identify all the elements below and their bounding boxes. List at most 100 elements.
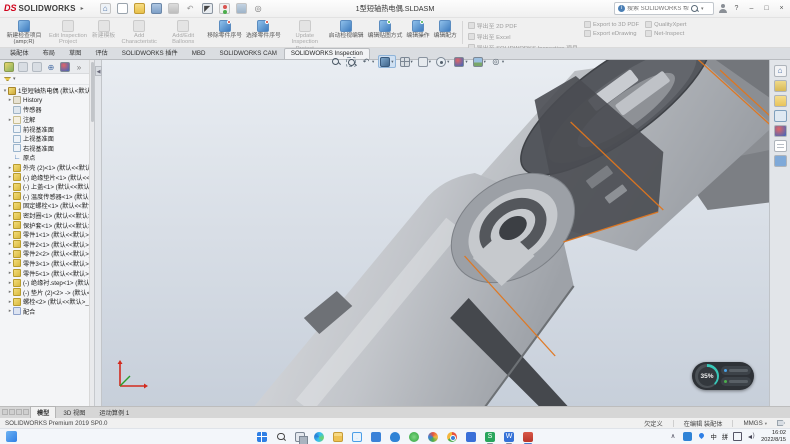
lang-indicator[interactable]: 拼 (722, 432, 728, 441)
tree-item-13[interactable]: ▸保护套<1> (默认<<默认>_显示状 (0, 220, 94, 230)
ribbon-button-9[interactable]: 编辑贴图方式 (366, 19, 405, 46)
options-icon[interactable]: ◎ (253, 3, 264, 14)
account-icon[interactable] (718, 4, 727, 13)
ime-indicator[interactable]: 中 (711, 432, 717, 441)
tree-item-16[interactable]: ▸零件2<2> (默认<<默认>_显示状 (0, 249, 94, 259)
3d-model-canvas[interactable] (102, 60, 790, 406)
fm-expand-icon[interactable]: » (74, 62, 84, 72)
display-settings-icon[interactable] (236, 3, 247, 14)
ribbon-button-4[interactable]: Add/Edit Balloons (161, 19, 205, 46)
tree-item-22[interactable]: ▸配合 (0, 307, 94, 317)
dropdown-caret-icon[interactable]: ▾ (447, 59, 449, 65)
view-palette-icon[interactable] (774, 110, 787, 122)
dropdown-caret-icon[interactable]: ▾ (484, 59, 486, 65)
tree-item-4[interactable]: 上视基准面 (0, 134, 94, 144)
close-button[interactable]: × (776, 2, 787, 16)
dimxpertmanager-icon[interactable]: ⊕ (46, 62, 56, 72)
resources-home-icon[interactable]: ⌂ (774, 65, 787, 77)
featuremanager-tree-icon[interactable] (4, 62, 14, 72)
tree-item-1[interactable]: 传感器 (0, 105, 94, 115)
select-cursor-icon[interactable]: ◤ (202, 3, 213, 14)
doc-tab-1[interactable]: 3D 视图 (56, 406, 92, 419)
tray-chevron-icon[interactable]: ∧ (669, 432, 678, 441)
display-style-icon-button[interactable]: ▾ (417, 55, 432, 68)
collapse-panel-icon[interactable]: ◀ (95, 66, 102, 76)
tree-scrollbar-thumb[interactable] (91, 62, 95, 122)
export-item[interactable]: Export eDrawing (584, 30, 639, 37)
ribbon-tab-1[interactable]: 布局 (36, 46, 62, 59)
rebuild-icon[interactable] (219, 3, 230, 14)
app-blue-icon[interactable] (466, 432, 476, 442)
search-dropdown-icon[interactable]: ▾ (701, 6, 704, 12)
tree-item-6[interactable]: ∟原点 (0, 153, 94, 163)
wps-icon[interactable]: W (504, 432, 514, 442)
dropdown-caret-icon[interactable]: ▾ (372, 59, 374, 65)
task-view-icon[interactable] (295, 432, 305, 442)
store-icon[interactable] (371, 432, 381, 442)
tag-icon[interactable] (777, 420, 785, 426)
ribbon-button-11[interactable]: 编辑配方 (432, 19, 459, 46)
export-item[interactable]: 导出至 2D PDF (468, 21, 578, 30)
dropdown-caret-icon[interactable]: ▾ (465, 59, 467, 65)
tree-filter-bar[interactable]: ▾ (0, 74, 94, 85)
search-box[interactable]: i ▾ (614, 2, 714, 15)
hide-show-items-icon-button[interactable]: ▾ (435, 55, 450, 68)
tree-item-10[interactable]: ▸(-) 温度传感器<1> (默认<<默认>_ (0, 192, 94, 202)
displaymanager-icon[interactable] (60, 62, 70, 72)
undo-icon[interactable]: ↶ (185, 3, 196, 14)
export-item[interactable]: QualityXpert (645, 21, 686, 28)
dropdown-caret-icon[interactable]: ▾ (502, 59, 504, 65)
graphics-viewport[interactable]: 35% ⌂ (102, 60, 790, 406)
tree-item-2[interactable]: ▸注解 (0, 115, 94, 125)
ribbon-button-1[interactable]: Edit Inspection Project (46, 19, 90, 46)
volume-icon[interactable] (747, 432, 756, 441)
location-icon[interactable] (697, 432, 706, 441)
taskbar-clock[interactable]: 16:022022/8/15 (761, 430, 786, 443)
apply-scene-icon-button[interactable]: ▾ (472, 55, 487, 68)
ribbon-button-5[interactable]: 移除零件序号 (205, 19, 244, 46)
tree-item-12[interactable]: ▸密封圈<1> (默认<<默认>_显示状 (0, 211, 94, 221)
configurationmanager-icon[interactable] (32, 62, 42, 72)
ribbon-button-2[interactable]: 新建模板 (90, 19, 117, 46)
tree-item-18[interactable]: ▸零件5<1> (默认<<默认>_显示状 (0, 268, 94, 278)
tree-item-17[interactable]: ▸零件3<1> (默认<<默认>_显示状 (0, 259, 94, 269)
forum-icon[interactable] (774, 155, 787, 167)
dropdown-caret-icon[interactable]: ▾ (429, 59, 431, 65)
tree-root-item[interactable]: ▾1型短轴热电偶 (默认<默认_显示状态-1 (0, 86, 94, 96)
view-settings-icon-button[interactable]: ◎▾ (490, 55, 505, 68)
units-selector[interactable]: MMGS▾ (743, 420, 767, 427)
doc-tab-0[interactable]: 模型 (30, 406, 56, 418)
print-icon[interactable] (168, 3, 179, 14)
pane-split-icon[interactable] (23, 409, 29, 415)
taskbar-file-explorer-icon[interactable] (333, 432, 343, 442)
dropdown-caret-icon[interactable]: ▾ (411, 59, 413, 65)
search-input[interactable] (627, 6, 689, 12)
previous-view-icon-button[interactable]: ↶▾ (360, 55, 375, 68)
tree-item-9[interactable]: ▸(-) 上盖<1> (默认<<默认>_显示状 (0, 182, 94, 192)
chrome-icon[interactable] (447, 432, 457, 442)
file-explorer-pane-icon[interactable] (774, 95, 787, 107)
widget-button-bottom[interactable] (721, 377, 751, 386)
export-item[interactable]: Export to 3D PDF (584, 21, 639, 28)
design-library-icon[interactable] (774, 80, 787, 92)
ribbon-button-8[interactable]: 启动检视编辑 (327, 19, 366, 46)
ribbon-tab-3[interactable]: 评估 (88, 46, 114, 59)
mail-icon[interactable] (352, 432, 362, 442)
app-circle-icon[interactable] (428, 432, 438, 442)
taskbar-search-icon[interactable] (276, 432, 286, 442)
tree-item-20[interactable]: ▸(-) 垫片 (2)<2> -> (默认<<默认> (0, 287, 94, 297)
filter-caret-icon[interactable]: ▾ (13, 76, 16, 82)
widgets-icon[interactable] (6, 431, 17, 442)
new-document-icon[interactable] (117, 3, 128, 14)
zoom-area-icon-button[interactable] (345, 55, 357, 68)
onedrive-icon[interactable] (390, 432, 400, 442)
export-item[interactable]: 导出至 Excel (468, 32, 578, 41)
tree-item-19[interactable]: ▸(-) 绝缘衬.step<1> (默认<<默认>_ (0, 278, 94, 288)
tree-item-21[interactable]: ▸螺栓<2> (默认<<默认>_显示状态 (0, 297, 94, 307)
logo-expand-icon[interactable]: ▸ (81, 5, 84, 12)
edge-icon[interactable] (314, 432, 324, 442)
search-icon[interactable] (691, 5, 699, 13)
ribbon-tab-2[interactable]: 草图 (62, 46, 88, 59)
tray-onedrive-icon[interactable] (683, 432, 692, 441)
view-orientation-icon-button[interactable]: ▾ (399, 55, 414, 68)
